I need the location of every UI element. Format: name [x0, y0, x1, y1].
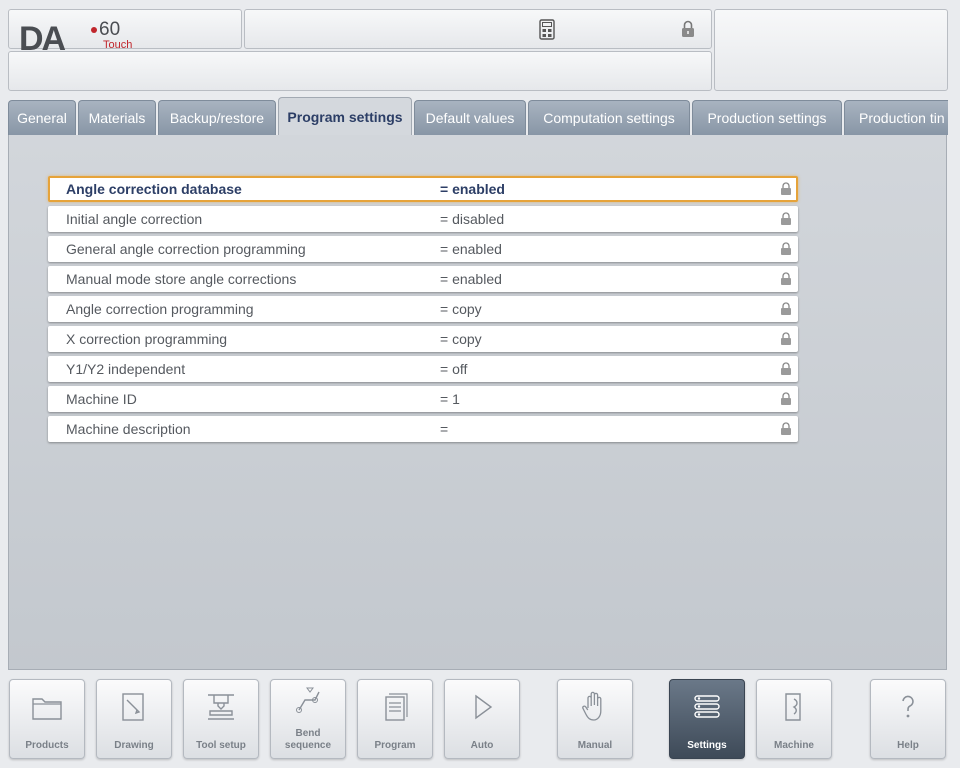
tab-general[interactable]: General	[8, 100, 76, 135]
nav-bend-sequence-button[interactable]: Bend sequence	[270, 679, 346, 759]
setting-label: Initial angle correction	[66, 211, 203, 227]
header-right-box	[714, 9, 948, 91]
setting-value: = copy	[440, 331, 482, 347]
tool-setup-icon	[208, 694, 234, 720]
hand-icon	[582, 691, 602, 721]
settings-tabs: General Materials Backup/restore Program…	[8, 97, 948, 135]
nav-drawing-button[interactable]: Drawing	[96, 679, 172, 759]
setting-label: Y1/Y2 independent	[66, 361, 186, 377]
settings-list-icon	[694, 695, 720, 718]
lock-icon	[781, 272, 791, 285]
nav-products-button[interactable]: Products	[9, 679, 85, 759]
setting-value: = 1	[440, 391, 460, 407]
setting-label: General angle correction programming	[66, 241, 306, 257]
question-mark-icon	[902, 695, 914, 718]
lock-icon	[781, 422, 791, 435]
lock-icon	[781, 302, 791, 315]
header-center-box	[244, 9, 712, 49]
tab-backup-restore[interactable]: Backup/restore	[158, 100, 276, 135]
nav-label: Program	[374, 740, 416, 751]
settings-list: Angle correction database = enabled Init…	[48, 176, 798, 446]
lock-icon	[781, 182, 791, 195]
setting-value: = off	[440, 361, 468, 377]
nav-settings-button[interactable]: Settings	[669, 679, 745, 759]
nav-manual-button[interactable]: Manual	[557, 679, 633, 759]
logo-box: DA 60 Touch	[8, 9, 242, 56]
lock-icon	[781, 362, 791, 375]
setting-label: Machine description	[66, 421, 191, 437]
bend-sequence-icon	[296, 687, 320, 713]
nav-label-line2: sequence	[284, 740, 332, 751]
lock-icon	[781, 332, 791, 345]
tab-production-time[interactable]: Production tin	[844, 100, 948, 135]
program-icon	[385, 693, 408, 721]
nav-label: Machine	[773, 740, 814, 751]
status-bar	[8, 51, 712, 91]
setting-label: X correction programming	[66, 331, 228, 347]
setting-manual-mode-store-angle-corrections[interactable]: Manual mode store angle corrections = en…	[48, 266, 798, 292]
nav-help-button[interactable]: Help	[870, 679, 946, 759]
setting-value: = disabled	[440, 211, 505, 227]
setting-value: = enabled	[440, 271, 502, 287]
logo-variant: Touch	[103, 39, 133, 51]
setting-value: = enabled	[440, 241, 502, 257]
nav-label-line1: Bend	[295, 728, 321, 739]
nav-label: Drawing	[114, 740, 154, 751]
nav-tool-setup-button[interactable]: Tool setup	[183, 679, 259, 759]
setting-label: Machine ID	[66, 391, 137, 407]
setting-value: = enabled	[440, 181, 505, 197]
drawing-icon	[122, 693, 144, 721]
setting-x-correction-programming[interactable]: X correction programming = copy	[48, 326, 798, 352]
tab-computation-settings[interactable]: Computation settings	[528, 100, 690, 135]
logo-model: 60	[99, 19, 121, 40]
nav-label: Auto	[470, 740, 494, 751]
setting-value: = copy	[440, 301, 482, 317]
setting-initial-angle-correction[interactable]: Initial angle correction = disabled	[48, 206, 798, 232]
tab-program-settings[interactable]: Program settings	[278, 97, 412, 135]
lock-icon	[781, 392, 791, 405]
setting-machine-id[interactable]: Machine ID = 1	[48, 386, 798, 412]
nav-label: Bend sequence	[271, 728, 345, 752]
lock-icon[interactable]	[681, 20, 695, 38]
setting-general-angle-correction-programming[interactable]: General angle correction programming = e…	[48, 236, 798, 262]
nav-label: Tool setup	[196, 740, 246, 751]
setting-angle-correction-database[interactable]: Angle correction database = enabled	[48, 176, 798, 202]
setting-label: Manual mode store angle corrections	[66, 271, 297, 287]
play-icon	[475, 694, 493, 720]
nav-auto-button[interactable]: Auto	[444, 679, 520, 759]
setting-label: Angle correction programming	[66, 301, 254, 317]
setting-value: =	[440, 421, 449, 437]
lock-icon	[781, 212, 791, 225]
tab-production-settings[interactable]: Production settings	[692, 100, 842, 135]
nav-label: Products	[25, 740, 69, 751]
nav-label: Help	[897, 740, 919, 751]
calculator-icon[interactable]	[539, 19, 555, 40]
machine-icon	[785, 693, 801, 721]
setting-machine-description[interactable]: Machine description =	[48, 416, 798, 442]
nav-program-button[interactable]: Program	[357, 679, 433, 759]
setting-label: Angle correction database	[66, 181, 242, 197]
folder-icon	[32, 698, 62, 720]
tab-default-values[interactable]: Default values	[414, 100, 526, 135]
nav-machine-button[interactable]: Machine	[756, 679, 832, 759]
logo-dot	[91, 27, 97, 33]
lock-icon	[781, 242, 791, 255]
tab-materials[interactable]: Materials	[78, 100, 156, 135]
nav-label: Manual	[577, 740, 613, 751]
setting-angle-correction-programming[interactable]: Angle correction programming = copy	[48, 296, 798, 322]
nav-label: Settings	[687, 740, 727, 751]
setting-y1-y2-independent[interactable]: Y1/Y2 independent = off	[48, 356, 798, 382]
